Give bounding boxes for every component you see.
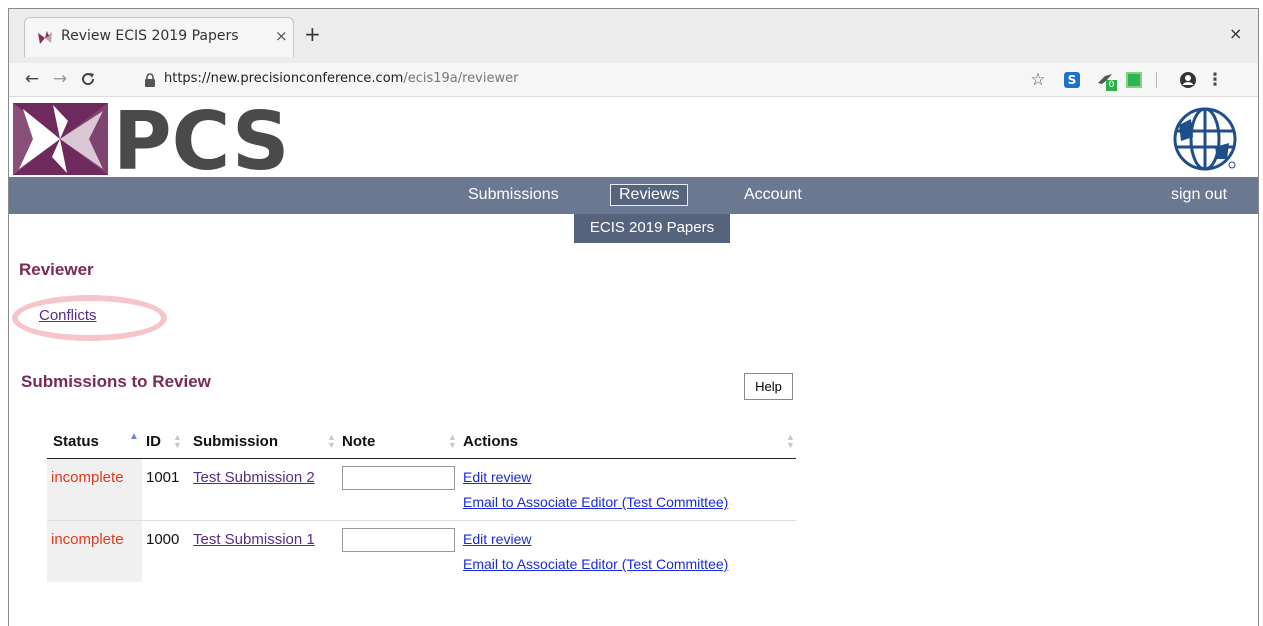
forward-arrow-icon[interactable]: → [49, 68, 71, 90]
help-button[interactable]: Help [744, 373, 793, 400]
tab-strip: Review ECIS 2019 Papers × + × [9, 9, 1258, 63]
address-bar[interactable]: https://new.precisionconference.com/ecis… [164, 71, 518, 86]
browser-tab[interactable]: Review ECIS 2019 Papers × [24, 17, 294, 57]
browser-window: Review ECIS 2019 Papers × + × ← → https:… [8, 8, 1259, 626]
header-id[interactable]: ID [146, 433, 161, 450]
status-text: incomplete [51, 469, 124, 486]
conflicts-link[interactable]: Conflicts [39, 307, 97, 324]
window-close-button[interactable]: × [1229, 24, 1242, 43]
account-glyph [1180, 72, 1196, 88]
sort-icon[interactable]: ▲ ▼ [786, 433, 795, 450]
submissions-table: Status ▲ ID ▲ ▼ Submission ▲ ▼ Note ▲ ▼ Act… [47, 419, 796, 583]
bookmark-star-icon[interactable]: ☆ [1029, 70, 1047, 90]
submission-link[interactable]: Test Submission 1 [193, 531, 315, 548]
header-status[interactable]: Status [53, 433, 99, 450]
submission-id: 1001 [146, 469, 180, 486]
reload-glyph [82, 73, 95, 86]
subnav-ecis-2019-papers[interactable]: ECIS 2019 Papers [574, 214, 730, 243]
back-arrow-icon[interactable]: ← [21, 68, 43, 90]
extension-s-icon[interactable]: S [1064, 72, 1080, 88]
note-input[interactable] [342, 466, 455, 490]
page: PCS Submissions Reviews Account sign out… [9, 97, 1258, 626]
reviewer-heading: Reviewer [19, 260, 94, 279]
nav-reviews[interactable]: Reviews [610, 184, 689, 206]
note-input[interactable] [342, 528, 455, 552]
header-actions[interactable]: Actions [463, 433, 518, 450]
tab-close-icon[interactable]: × [275, 27, 288, 45]
lock-icon [145, 73, 155, 87]
table-row: incomplete 1001 Test Submission 2 Edit r… [47, 459, 796, 521]
email-associate-editor-link[interactable]: Email to Associate Editor (Test Committe… [463, 494, 728, 510]
sort-asc-icon[interactable]: ▲ [129, 432, 139, 442]
extension-badge: 0 [1106, 80, 1117, 91]
main-navbar: Submissions Reviews Account sign out [9, 177, 1258, 214]
sign-out-link[interactable]: sign out [1163, 184, 1235, 206]
nav-account[interactable]: Account [736, 184, 810, 206]
browser-toolbar: ← → https://new.precisionconference.com/… [9, 63, 1258, 97]
submission-link[interactable]: Test Submission 2 [193, 469, 315, 486]
account-icon[interactable] [1179, 71, 1197, 89]
status-text: incomplete [51, 531, 124, 548]
acm-globe-logo [1173, 107, 1237, 171]
email-associate-editor-link[interactable]: Email to Associate Editor (Test Committe… [463, 556, 728, 572]
header-submission[interactable]: Submission [193, 433, 278, 450]
edit-review-link[interactable]: Edit review [463, 531, 531, 547]
submission-id: 1000 [146, 531, 180, 548]
extension-bird-icon[interactable]: 0 [1096, 71, 1117, 91]
sort-icon[interactable]: ▲ ▼ [327, 433, 336, 450]
url-host: https://new.precisionconference.com [164, 71, 404, 86]
browser-menu-icon[interactable]: ⋮ [1206, 70, 1224, 90]
nav-submissions[interactable]: Submissions [460, 184, 567, 206]
toolbar-divider [1156, 72, 1157, 88]
header-note[interactable]: Note [342, 433, 375, 450]
sort-icon[interactable]: ▲ ▼ [448, 433, 457, 450]
submissions-to-review-heading: Submissions to Review [21, 372, 211, 391]
table-header: Status ▲ ID ▲ ▼ Submission ▲ ▼ Note ▲ ▼ Act… [47, 419, 796, 459]
url-path: /ecis19a/reviewer [403, 71, 519, 86]
pcs-logo[interactable]: PCS [13, 103, 298, 175]
table-row: incomplete 1000 Test Submission 1 Edit r… [47, 521, 796, 583]
edit-review-link[interactable]: Edit review [463, 469, 531, 485]
tab-title: Review ECIS 2019 Papers [61, 28, 239, 44]
pcs-favicon-icon [38, 31, 52, 44]
new-tab-button[interactable]: + [304, 24, 321, 44]
extension-green-icon[interactable] [1126, 72, 1142, 88]
sort-icon[interactable]: ▲ ▼ [173, 433, 182, 450]
logo-text: PCS [113, 103, 289, 175]
reload-icon[interactable] [77, 68, 99, 90]
